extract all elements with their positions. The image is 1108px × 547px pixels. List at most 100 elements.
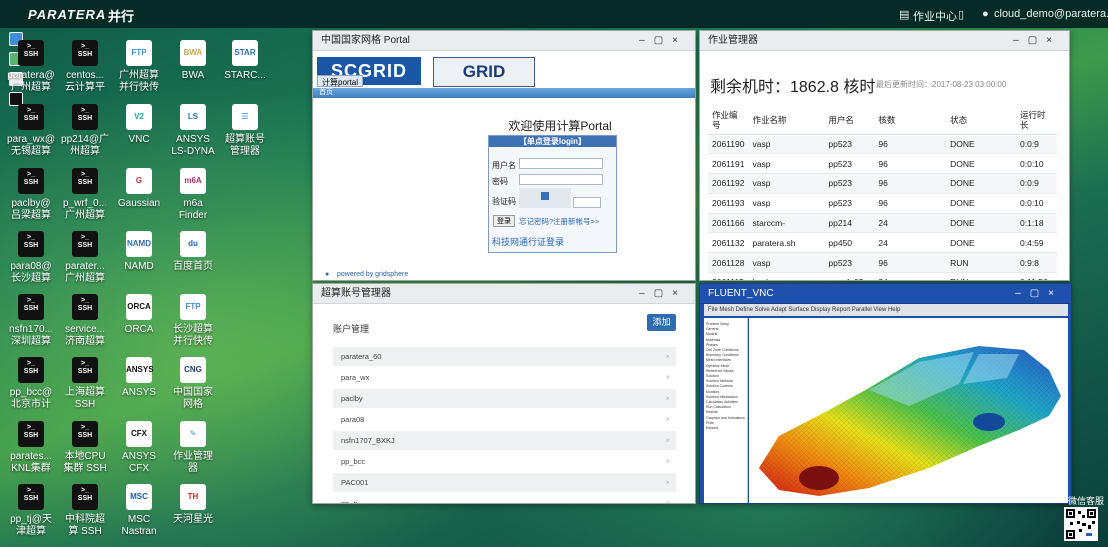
table-row[interactable]: 2061193 vasp pp523 96 DONE 0:0:10 xyxy=(708,193,1057,214)
tree-item[interactable]: Calculation Activities xyxy=(706,400,738,404)
user-account[interactable]: cloud_demo@paratera.com xyxy=(994,8,1108,20)
list-item[interactable]: nsfn1707_BXKJ × xyxy=(333,431,676,450)
list-item[interactable]: paclby × xyxy=(333,389,676,408)
window-controls[interactable]: –▢× xyxy=(639,284,687,304)
fluent-vnc-window[interactable]: FLUENT_VNC –▢× File Mesh Define Solve Ad… xyxy=(699,283,1072,504)
list-item[interactable]: pp_bcc × xyxy=(333,452,676,471)
tree-item[interactable]: Results xyxy=(706,410,718,414)
register-link[interactable]: 注册新帐号>> xyxy=(553,216,599,227)
ssh-terminal-icon: >_ SSH xyxy=(18,421,44,447)
job-center-link[interactable]: 作业中心 xyxy=(913,8,957,24)
tree-item[interactable]: Solution Controls xyxy=(706,384,733,388)
tree-item[interactable]: Solution Initialization xyxy=(706,395,738,399)
app-icon: ANSYS xyxy=(126,357,154,383)
delete-icon[interactable]: × xyxy=(665,347,670,366)
phone-icon[interactable]: ▯ xyxy=(958,8,964,21)
list-item[interactable]: para08 × xyxy=(333,410,676,429)
portal-window-titlebar[interactable]: 中国国家网格 Portal –▢× xyxy=(313,31,695,51)
jobs-table: 作业编号 作业名称 用户名 核数 状态 运行时长 2061190 vasp pp523 96 DO… xyxy=(708,107,1057,280)
table-cell: DONE xyxy=(946,153,1016,175)
job-manager-titlebar[interactable]: 作业管理器 –▢× xyxy=(700,31,1069,51)
window-controls[interactable]: –▢× xyxy=(1015,284,1063,304)
delete-icon[interactable]: × xyxy=(665,389,670,408)
desktop-icon[interactable]: STAR STARC... xyxy=(213,40,277,82)
qr-code-icon[interactable] xyxy=(1064,507,1098,541)
jobs-column-header[interactable]: 核数 xyxy=(874,107,947,135)
tree-item[interactable]: Graphics and Animations xyxy=(706,416,745,420)
account-manager-window[interactable]: 超算账号管理器 –▢× 账户管理 添加 paratera_60 × para_wx ×… xyxy=(312,283,696,504)
fluent-graphics-canvas[interactable] xyxy=(749,318,1068,503)
job-manager-window[interactable]: 作业管理器 –▢× 剩余机时：1862.8 核时 最后更新时间：2017-08-… xyxy=(699,30,1070,281)
list-item[interactable]: paratera_60 × xyxy=(333,347,676,366)
tree-item[interactable]: Monitors xyxy=(706,390,719,394)
list-item[interactable]: pp_tj × xyxy=(333,494,676,503)
tree-item[interactable]: Cell Zone Conditions xyxy=(706,348,739,352)
delete-icon[interactable]: × xyxy=(665,473,670,492)
fluent-menubar[interactable]: File Mesh Define Solve Adapt Surface Dis… xyxy=(704,304,1068,316)
list-item[interactable]: para_wx × xyxy=(333,368,676,387)
tree-item[interactable]: Reference Values xyxy=(706,369,734,373)
table-row[interactable]: 2061115bashp_wrf_0324RUN0:11:56 xyxy=(708,272,1057,280)
portal-tab[interactable]: 计算portal xyxy=(317,75,364,87)
table-row[interactable]: 2061128 vasp pp523 96 RUN 0:9:8 xyxy=(708,252,1057,274)
table-cell: 96 xyxy=(874,153,947,175)
app-icon: MSC xyxy=(126,484,152,510)
delete-icon[interactable]: × xyxy=(665,494,670,503)
table-row[interactable]: 2061166 starccm-pp214 24 DONE 0:1:18 xyxy=(708,213,1057,234)
ssh-terminal-icon: >_ SSH xyxy=(72,294,98,320)
tree-item[interactable]: Boundary Conditions xyxy=(706,353,739,357)
tree-item[interactable]: Solution Methods xyxy=(706,379,733,383)
desktop-icon[interactable]: m6A m6a Finder xyxy=(161,168,225,222)
portal-window[interactable]: 中国国家网格 Portal –▢× SCGRID GRID 计算portal 首… xyxy=(312,30,696,281)
tree-item[interactable]: Dynamic Mesh xyxy=(706,364,729,368)
table-row[interactable]: 2061192 vasp pp523 96 DONE 0:0:9 xyxy=(708,173,1057,194)
tree-item[interactable]: Solution xyxy=(706,374,719,378)
account-manager-titlebar[interactable]: 超算账号管理器 –▢× xyxy=(313,284,695,304)
window-controls[interactable]: –▢× xyxy=(639,31,687,51)
tree-item[interactable]: Models xyxy=(706,332,717,336)
table-row[interactable]: 2061190 vasp pp523 96 DONE 0:0:9 xyxy=(708,134,1057,155)
delete-icon[interactable]: × xyxy=(665,431,670,450)
tree-item[interactable]: Run Calculation xyxy=(706,405,731,409)
list-item[interactable]: PAC001 × xyxy=(333,473,676,492)
desktop-icon[interactable]: ✎ 作业管理 器 xyxy=(161,421,225,475)
tree-item[interactable]: Problem Setup xyxy=(706,322,729,326)
table-row[interactable]: 2061132 paratera.sh pp450 24 DONE 0:4:59 xyxy=(708,232,1057,254)
desktop-icon[interactable]: CNG 中国国家 网格 xyxy=(161,357,225,411)
job-center-icon[interactable]: ▤ xyxy=(899,8,909,21)
forgot-password-link[interactable]: 忘记密码? xyxy=(519,216,553,227)
portal-home-strip[interactable]: 首页 xyxy=(313,88,695,98)
desktop-icon[interactable]: TH 天河星光 xyxy=(161,484,225,526)
fluent-navigation-tree[interactable]: Problem Setup General Models Materials Phase… xyxy=(704,318,748,503)
username-input[interactable] xyxy=(519,158,603,169)
password-input[interactable] xyxy=(519,174,603,185)
tree-item[interactable]: Mesh Interfaces xyxy=(706,358,731,362)
jobs-column-header[interactable]: 作业编号 xyxy=(708,107,749,135)
add-account-button[interactable]: 添加 xyxy=(647,314,676,331)
fluent-vnc-titlebar[interactable]: FLUENT_VNC –▢× xyxy=(700,284,1071,304)
jobs-column-header[interactable]: 状态 xyxy=(946,107,1016,135)
desktop-icon[interactable]: FTP 长沙超算 并行快传 xyxy=(161,294,225,348)
car-wheel-well xyxy=(799,466,839,490)
tree-item[interactable]: General xyxy=(706,327,718,331)
delete-icon[interactable]: × xyxy=(665,368,670,387)
jobs-column-header[interactable]: 运行时长 xyxy=(1016,107,1057,135)
jobs-column-header[interactable]: 作业名称 xyxy=(748,107,825,135)
sso-login-link[interactable]: 科技网通行证登录 xyxy=(492,235,564,248)
table-cell: DONE xyxy=(946,193,1016,214)
tree-item[interactable]: Phases xyxy=(706,343,718,347)
captcha-input[interactable] xyxy=(573,197,601,208)
jobs-column-header[interactable]: 用户名 xyxy=(824,107,875,135)
tree-item[interactable]: Reports xyxy=(706,426,718,430)
desktop-icon[interactable]: ☰ 超算账号 管理器 xyxy=(213,104,277,158)
fluent-session[interactable]: File Mesh Define Solve Adapt Surface Dis… xyxy=(700,304,1071,503)
window-controls[interactable]: –▢× xyxy=(1013,31,1061,51)
login-button[interactable]: 登录 xyxy=(493,215,515,227)
tree-item[interactable]: Materials xyxy=(706,338,720,342)
delete-icon[interactable]: × xyxy=(665,452,670,471)
delete-icon[interactable]: × xyxy=(665,410,670,429)
desktop-icon[interactable]: du 百度首页 xyxy=(161,231,225,273)
table-cell: starccm- xyxy=(748,213,825,234)
table-row[interactable]: 2061191 vasp pp523 96 DONE 0:0:10 xyxy=(708,153,1057,175)
tree-item[interactable]: Plots xyxy=(706,421,714,425)
